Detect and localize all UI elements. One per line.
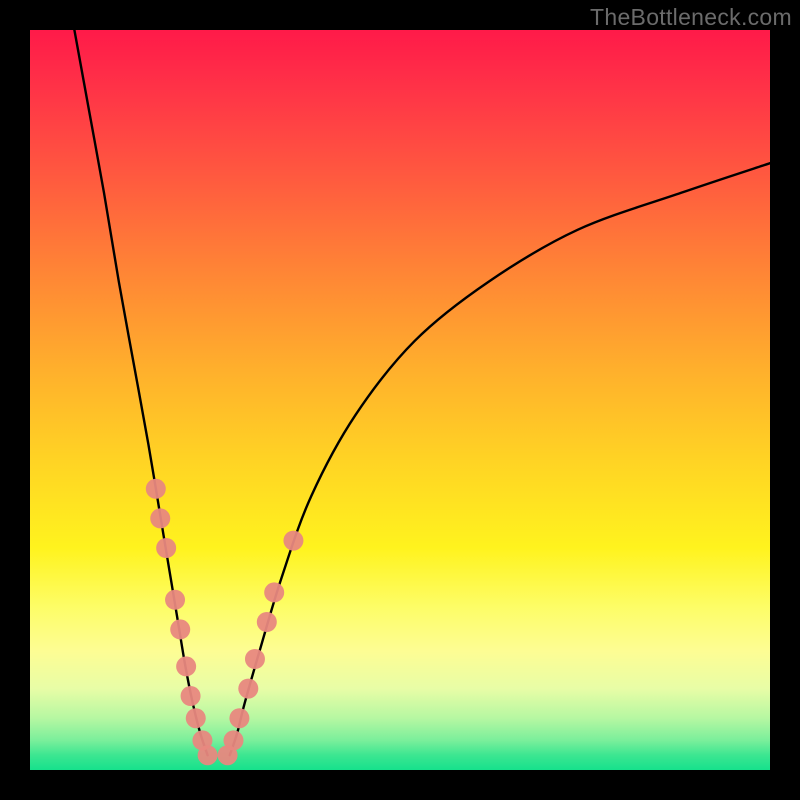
data-marker xyxy=(156,538,176,558)
data-marker xyxy=(229,708,249,728)
data-marker xyxy=(146,479,166,499)
data-marker xyxy=(170,619,190,639)
curve-svg xyxy=(30,30,770,770)
data-marker xyxy=(198,745,218,765)
curve-path xyxy=(230,163,770,755)
data-marker xyxy=(181,686,201,706)
data-marker xyxy=(238,679,258,699)
data-marker xyxy=(186,708,206,728)
data-marker xyxy=(150,508,170,528)
data-marker xyxy=(165,590,185,610)
data-marker xyxy=(224,730,244,750)
chart-container: TheBottleneck.com xyxy=(0,0,800,800)
watermark-text: TheBottleneck.com xyxy=(590,4,792,31)
data-marker xyxy=(283,531,303,551)
curve-layer xyxy=(74,30,770,755)
data-marker xyxy=(264,582,284,602)
data-marker xyxy=(176,656,196,676)
plot-area xyxy=(30,30,770,770)
marker-layer xyxy=(146,479,304,765)
data-marker xyxy=(245,649,265,669)
data-marker xyxy=(257,612,277,632)
curve-path xyxy=(74,30,207,755)
